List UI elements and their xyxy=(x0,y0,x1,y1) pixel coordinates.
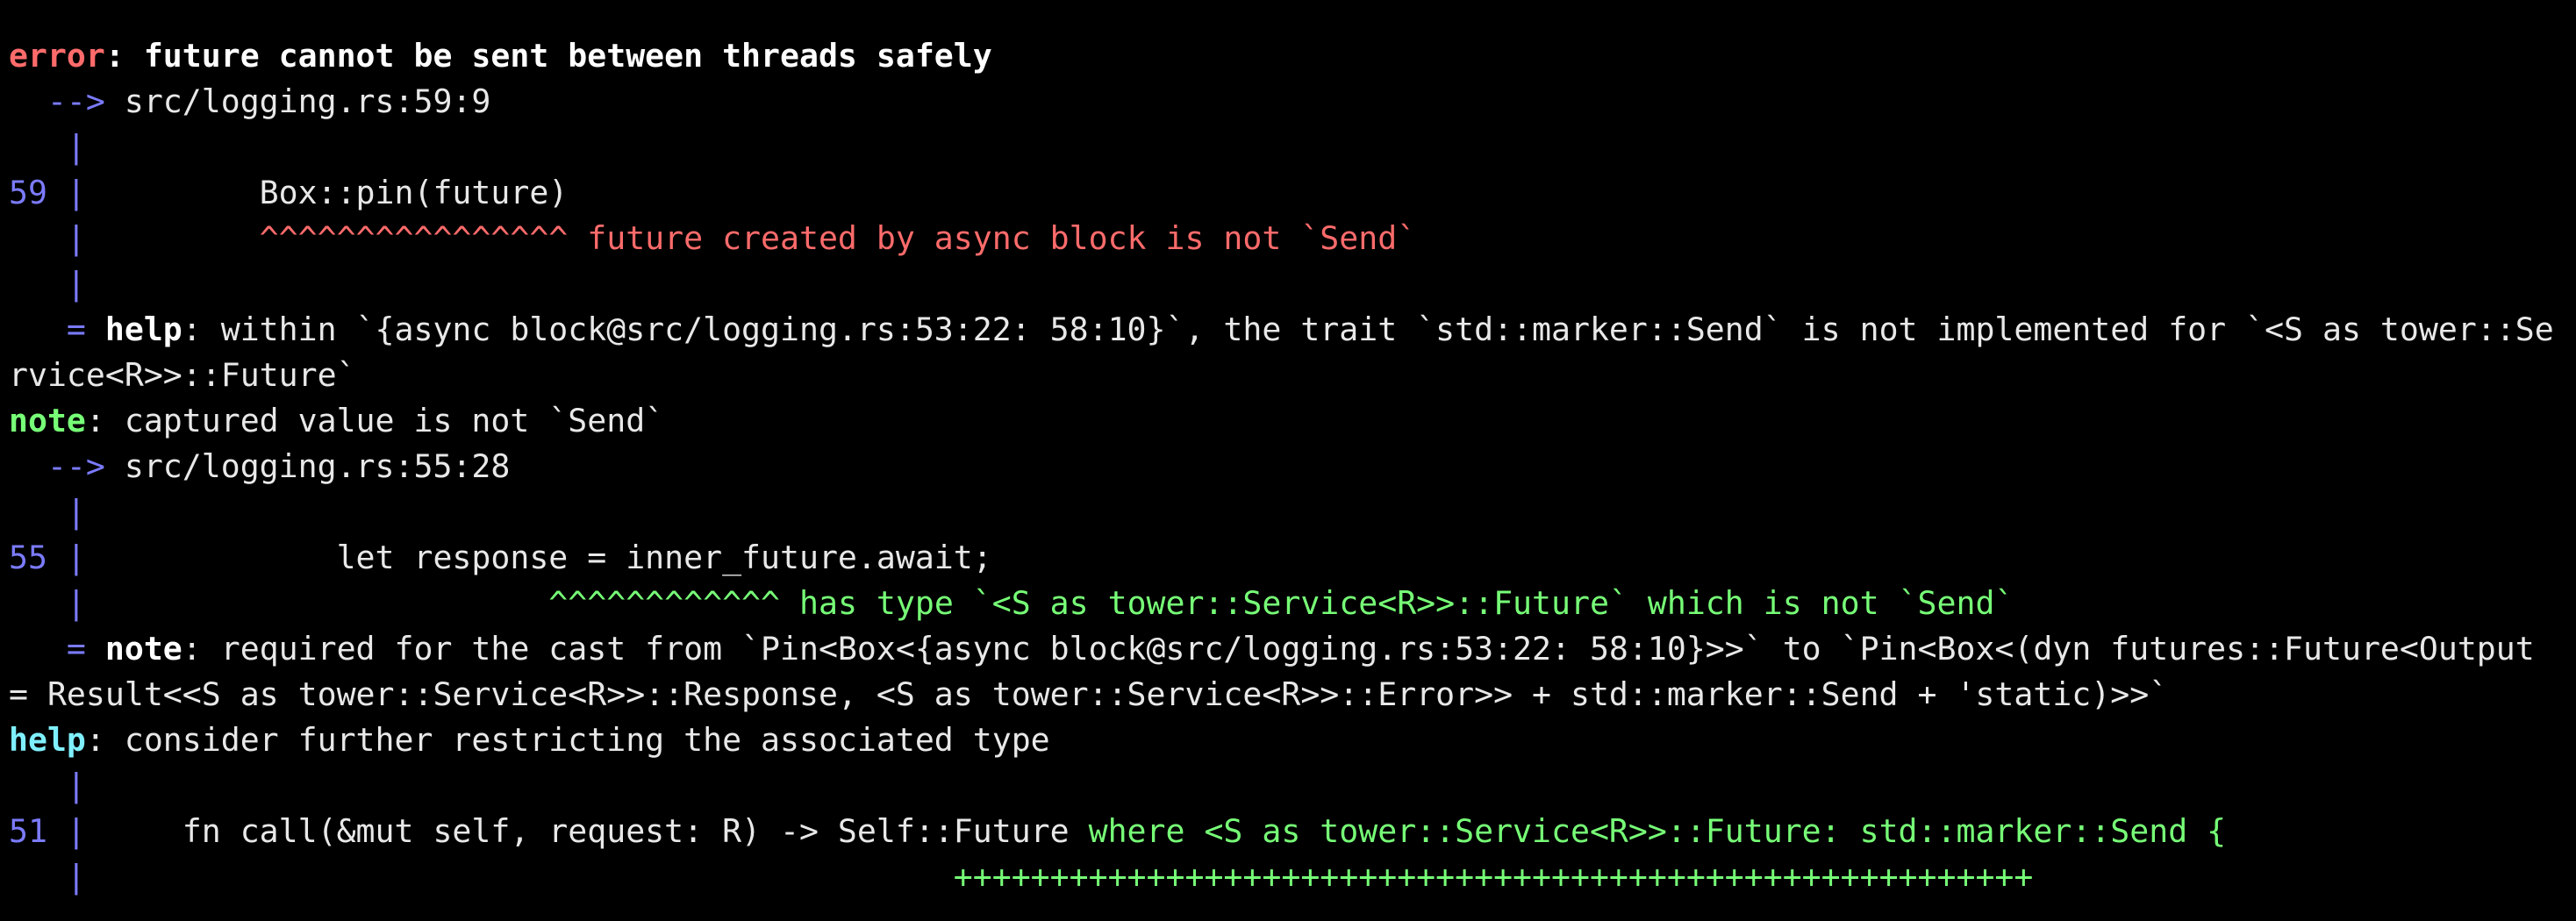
underline-label: has type `<S as tower::Service<R>>::Futu… xyxy=(780,584,2014,622)
note-line-1: = note: required for the cast from `Pin<… xyxy=(9,626,2535,672)
line-number-59: 59 | xyxy=(9,174,86,211)
note-line-2: = Result<<S as tower::Service<R>>::Respo… xyxy=(9,675,2169,713)
location-arrow: --> xyxy=(9,82,125,120)
gutter-pipe: | xyxy=(9,858,86,896)
plus-markers: ++++++++++++++++++++++++++++++++++++++++… xyxy=(85,858,2034,896)
note-location-line: --> src/logging.rs:55:28 xyxy=(9,444,510,489)
code-line-51: 51 | fn call(&mut self, request: R) -> S… xyxy=(9,809,2226,854)
gutter-pipe: | xyxy=(9,265,86,303)
help-prefix: = xyxy=(9,311,105,348)
location-arrow: --> xyxy=(9,447,125,485)
help-label: help xyxy=(9,721,86,759)
underline-line-59: | ^^^^^^^^^^^^^^^^ future created by asy… xyxy=(9,216,1416,261)
error-header-line: error: future cannot be sent between thr… xyxy=(9,33,992,79)
code-snippet-51: fn call(&mut self, request: R) -> Self::… xyxy=(85,812,1070,850)
help-text: : within `{async block@src/logging.rs:53… xyxy=(182,311,2554,348)
underline-label: future created by async block is not `Se… xyxy=(568,219,1417,257)
error-message: : future cannot be sent between threads … xyxy=(104,37,992,75)
gutter-pipe: | xyxy=(9,767,86,804)
note-label: note xyxy=(9,402,86,439)
underline-line-55: | ^^^^^^^^^^^^ has type `<S as tower::Se… xyxy=(9,581,2014,626)
note-header-line: note: captured value is not `Send` xyxy=(9,398,664,444)
help-line-1: = help: within `{async block@src/logging… xyxy=(9,307,2554,353)
code-suggestion: where <S as tower::Service<R>>::Future: … xyxy=(1069,812,2227,850)
note-label: note xyxy=(104,630,182,668)
code-line-59: 59 | Box::pin(future) xyxy=(9,170,568,216)
note-message: : captured value is not `Send` xyxy=(85,402,665,439)
line-number-55: 55 | xyxy=(9,539,86,576)
underline-carets: ^^^^^^^^^^^^ xyxy=(85,584,781,622)
code-line-55: 55 | let response = inner_future.await; xyxy=(9,535,992,581)
gutter-pipe: | xyxy=(9,219,86,257)
error-location: src/logging.rs:59:9 xyxy=(124,82,491,120)
suggestion-marker-line: | ++++++++++++++++++++++++++++++++++++++… xyxy=(9,854,2033,900)
code-snippet-59: Box::pin(future) xyxy=(85,174,569,211)
gutter-pipe: | xyxy=(9,493,86,531)
note-text: : required for the cast from `Pin<Box<{a… xyxy=(182,630,2535,668)
help-label: help xyxy=(104,311,182,348)
note-location: src/logging.rs:55:28 xyxy=(124,447,511,485)
error-location-line: --> src/logging.rs:59:9 xyxy=(9,79,490,125)
code-snippet-55: let response = inner_future.await; xyxy=(85,539,992,576)
note-prefix: = xyxy=(9,630,105,668)
terminal-output: error: future cannot be sent between thr… xyxy=(9,0,2567,921)
gutter-pipe: | xyxy=(9,584,86,622)
help-header-line: help: consider further restricting the a… xyxy=(9,718,1050,763)
help-line-2: rvice<R>>::Future` xyxy=(9,356,356,394)
line-number-51: 51 | xyxy=(9,812,86,850)
underline-carets: ^^^^^^^^^^^^^^^^ xyxy=(85,219,569,257)
gutter-pipe: | xyxy=(9,128,86,166)
help-message: : consider further restricting the assoc… xyxy=(85,721,1050,759)
error-label: error xyxy=(9,37,105,75)
